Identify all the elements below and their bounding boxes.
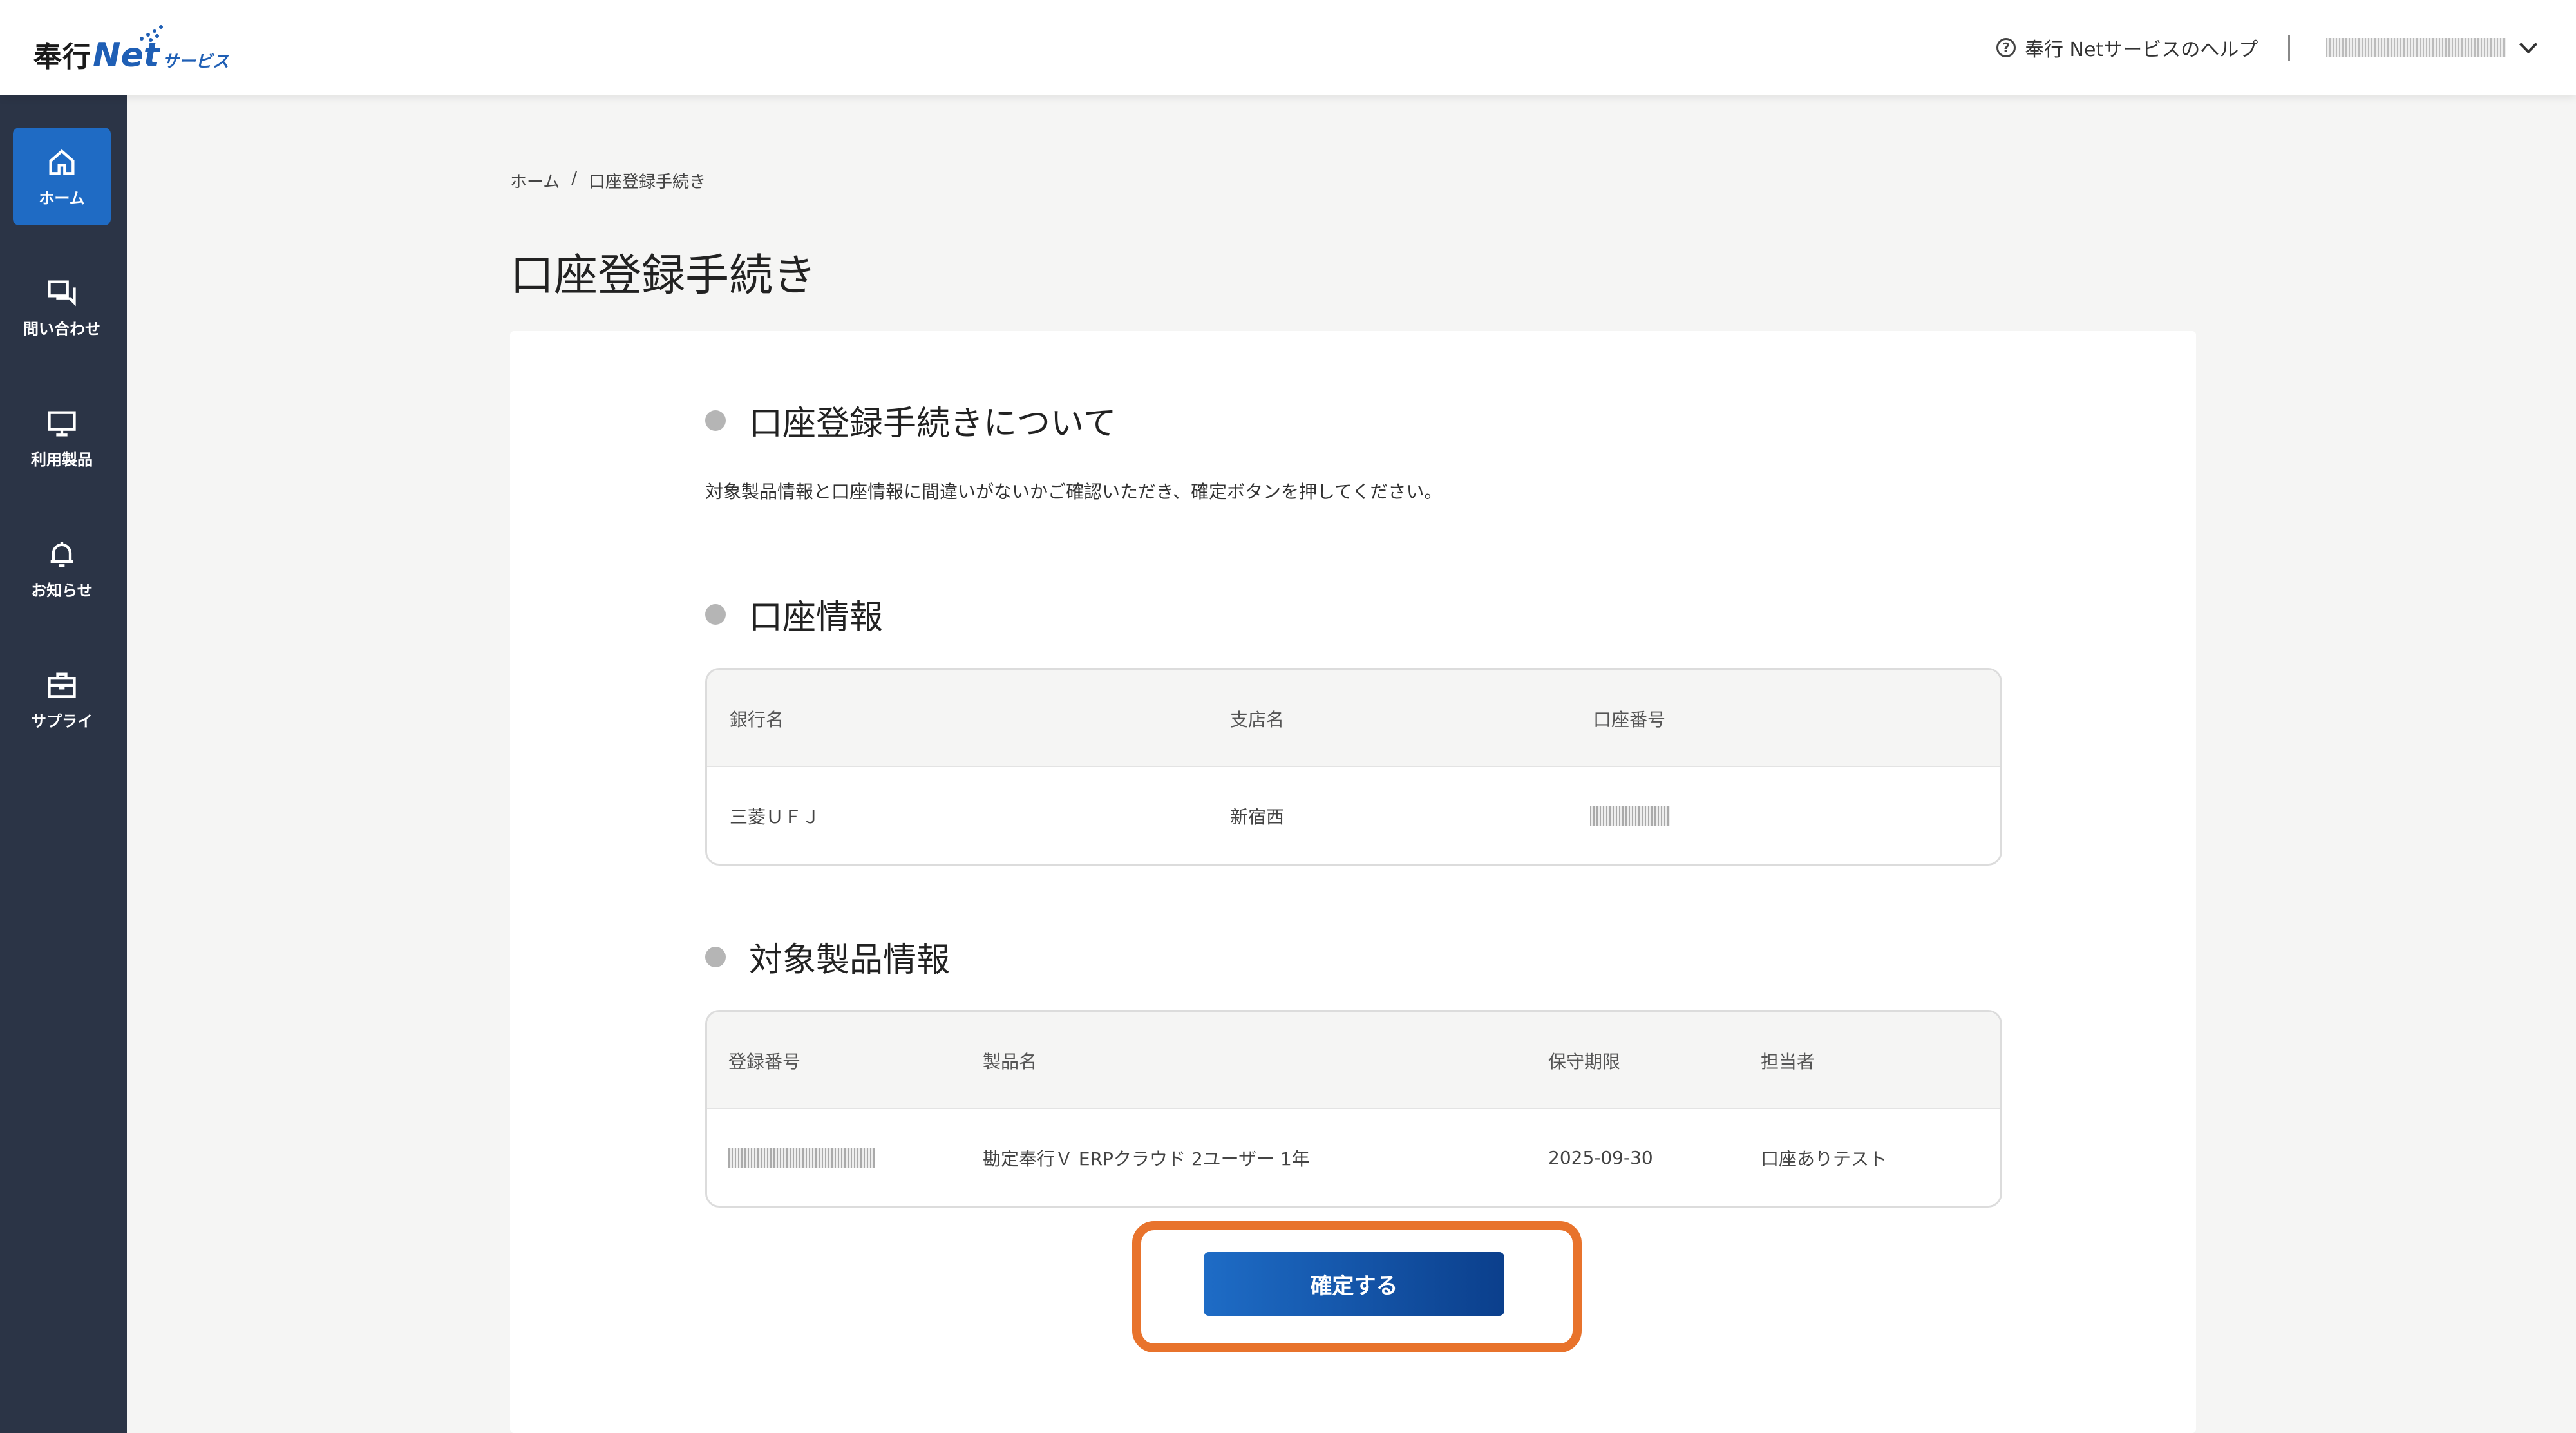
column-header: 登録番号 [728, 1050, 801, 1072]
section-title: 対象製品情報 [749, 941, 951, 980]
sidebar-item-label: ホーム [39, 189, 85, 207]
column-header: 担当者 [1761, 1050, 1815, 1072]
header-divider [2288, 35, 2290, 61]
person-in-charge: 口座ありテスト [1761, 1148, 1888, 1170]
logo-main-text: 奉行 [33, 41, 91, 73]
sidebar-item-inquiry[interactable]: 問い合わせ [13, 258, 111, 356]
column-header: 銀行名 [730, 708, 784, 730]
section-heading-about: 口座登録手続きについて [705, 396, 1116, 444]
breadcrumb: ホーム / 口座登録手続き [510, 169, 706, 193]
breadcrumb-separator: / [571, 169, 577, 188]
column-header: 製品名 [983, 1050, 1037, 1072]
sidebar-item-home[interactable]: ホーム [13, 128, 111, 225]
column-header: 口座番号 [1593, 708, 1666, 730]
bell-icon [50, 542, 73, 567]
user-menu[interactable] [2326, 32, 2538, 63]
bullet-dot [705, 603, 726, 625]
help-link[interactable]: ? 奉行 Netサービスのヘルプ [1996, 33, 2258, 62]
bank-name: 三菱ＵＦＪ [730, 806, 820, 828]
section-title: 口座登録手続きについて [749, 404, 1117, 443]
section-heading-account: 口座情報 [705, 590, 883, 638]
bullet-dot [705, 946, 726, 967]
table-row: 勘定奉行Ｖ ERPクラウド 2ユーザー 1年 2025-09-30 口座ありテス… [707, 1109, 2000, 1206]
section-heading-products: 対象製品情報 [705, 933, 950, 981]
breadcrumb-home[interactable]: ホーム [510, 169, 560, 193]
product-name: 勘定奉行Ｖ ERPクラウド 2ユーザー 1年 [983, 1148, 1310, 1170]
account-table: 銀行名 支店名 口座番号 三菱ＵＦＪ 新宿西 [705, 668, 2002, 866]
branch-name: 新宿西 [1230, 806, 1285, 828]
sidebar-item-label: 利用製品 [31, 450, 93, 469]
products-table: 登録番号 製品名 保守期限 担当者 勘定奉行Ｖ ERPクラウド 2ユーザー 1年… [705, 1010, 2002, 1208]
page-title: 口座登録手続き [510, 251, 817, 301]
bullet-dot [705, 410, 726, 431]
registration-number-masked [728, 1109, 875, 1206]
sidebar-item-notices[interactable]: お知らせ [13, 520, 111, 618]
breadcrumb-current: 口座登録手続き [589, 173, 706, 192]
chat-icon [48, 280, 76, 306]
home-icon [49, 149, 75, 175]
maintenance-expiry: 2025-09-30 [1548, 1147, 1653, 1168]
logo-sub-text: サービス [162, 52, 229, 71]
sidebar-item-label: 問い合わせ [23, 319, 100, 338]
help-label: 奉行 Netサービスのヘルプ [2025, 39, 2259, 61]
section-title: 口座情報 [749, 598, 884, 637]
sidebar-item-supply[interactable]: サプライ [13, 650, 111, 748]
table-header: 銀行名 支店名 口座番号 [707, 670, 2000, 767]
logo-dots-icon [140, 25, 163, 42]
sidebar-item-label: サプライ [31, 712, 93, 730]
briefcase-icon [48, 672, 76, 698]
app-logo[interactable]: 奉行 Net サービス [33, 23, 229, 75]
confirm-button[interactable]: 確定する [1204, 1252, 1504, 1316]
column-header: 支店名 [1230, 708, 1285, 730]
instruction-text: 対象製品情報と口座情報に間違いがないかご確認いただき、確定ボタンを押してください… [705, 481, 1443, 502]
monitor-icon [48, 411, 76, 436]
sidebar-item-label: お知らせ [31, 581, 93, 600]
help-icon: ? [1996, 38, 2016, 57]
chevron-down-icon [2519, 35, 2538, 54]
column-header: 保守期限 [1548, 1050, 1621, 1072]
table-header: 登録番号 製品名 保守期限 担当者 [707, 1012, 2000, 1109]
top-header: 奉行 Net サービス ? 奉行 Netサービスのヘルプ [0, 0, 2576, 95]
sidebar-item-products[interactable]: 利用製品 [13, 389, 111, 487]
user-name-masked [2326, 38, 2506, 57]
table-row: 三菱ＵＦＪ 新宿西 [707, 767, 2000, 864]
sidebar: ホーム 問い合わせ 利用製品 お知らせ サプライ [0, 95, 127, 1433]
account-number-masked [1590, 767, 1670, 864]
